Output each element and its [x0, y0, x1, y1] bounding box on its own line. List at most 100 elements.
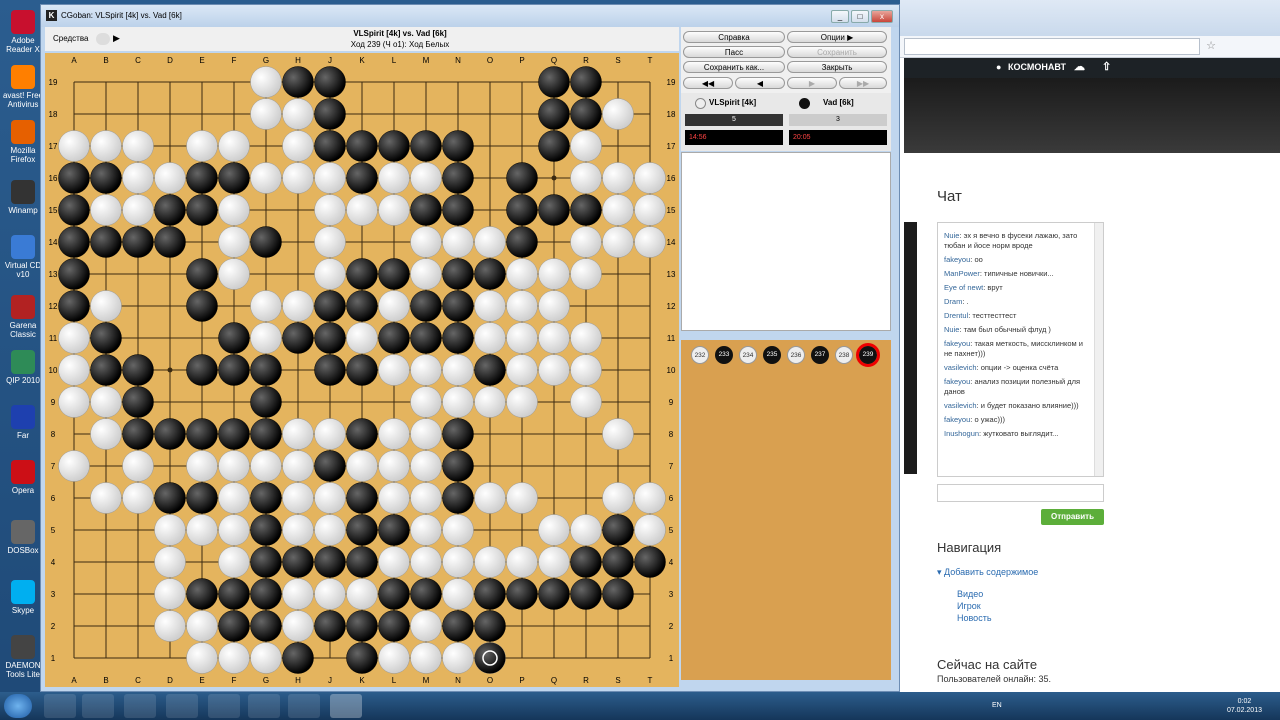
white-stone[interactable]: [282, 578, 314, 610]
black-stone[interactable]: [442, 482, 474, 514]
chat-nick[interactable]: fakeyou: [944, 415, 970, 424]
black-stone[interactable]: [442, 418, 474, 450]
white-stone[interactable]: [282, 162, 314, 194]
black-stone[interactable]: [186, 194, 218, 226]
black-stone[interactable]: [58, 290, 90, 322]
cloud-icon[interactable]: ☁: [1074, 60, 1085, 73]
black-stone[interactable]: [250, 482, 282, 514]
white-stone[interactable]: [442, 578, 474, 610]
white-stone[interactable]: [58, 130, 90, 162]
black-stone[interactable]: [442, 258, 474, 290]
white-stone[interactable]: [218, 226, 250, 258]
white-stone[interactable]: [90, 418, 122, 450]
close-game-button[interactable]: Закрыть: [787, 61, 887, 73]
chat-scrollbar[interactable]: [1094, 223, 1103, 476]
desktop-icon[interactable]: DOSBox: [2, 520, 44, 555]
black-stone[interactable]: [538, 578, 570, 610]
black-stone[interactable]: [602, 578, 634, 610]
black-stone[interactable]: [346, 546, 378, 578]
black-stone[interactable]: [474, 258, 506, 290]
white-stone[interactable]: [186, 130, 218, 162]
white-stone[interactable]: [378, 290, 410, 322]
play-triangle-icon[interactable]: ▶: [113, 33, 120, 44]
white-stone[interactable]: [58, 322, 90, 354]
black-stone[interactable]: [570, 546, 602, 578]
move-stone[interactable]: 238: [835, 346, 853, 364]
black-stone[interactable]: [218, 354, 250, 386]
white-stone[interactable]: [474, 482, 506, 514]
chat-nick[interactable]: fakeyou: [944, 339, 970, 348]
black-stone[interactable]: [122, 354, 154, 386]
send-button[interactable]: Отправить: [1041, 509, 1104, 525]
white-stone[interactable]: [378, 418, 410, 450]
white-stone[interactable]: [602, 482, 634, 514]
save-as-button[interactable]: Сохранить как...: [683, 61, 785, 73]
black-stone[interactable]: [474, 610, 506, 642]
white-stone[interactable]: [282, 290, 314, 322]
black-stone[interactable]: [378, 130, 410, 162]
white-stone[interactable]: [186, 642, 218, 674]
chat-nick[interactable]: Eye of newt: [944, 283, 983, 292]
white-stone[interactable]: [90, 130, 122, 162]
white-stone[interactable]: [442, 514, 474, 546]
black-stone[interactable]: [250, 610, 282, 642]
desktop-icon[interactable]: Garena Classic: [2, 295, 44, 339]
white-stone[interactable]: [122, 194, 154, 226]
white-stone[interactable]: [250, 642, 282, 674]
title-bar[interactable]: K CGoban: VLSpirit [4k] vs. Vad [6k] _ □…: [41, 5, 899, 27]
white-stone[interactable]: [58, 386, 90, 418]
fast-forward-icon[interactable]: ▶▶: [839, 77, 887, 89]
move-stone[interactable]: 236: [787, 346, 805, 364]
white-stone[interactable]: [90, 482, 122, 514]
white-stone[interactable]: [506, 290, 538, 322]
white-stone[interactable]: [250, 290, 282, 322]
white-stone[interactable]: [570, 322, 602, 354]
move-stone[interactable]: 234: [739, 346, 757, 364]
close-button[interactable]: x: [871, 10, 893, 23]
upload-icon[interactable]: ⇧: [1102, 60, 1111, 73]
black-stone[interactable]: [186, 354, 218, 386]
white-stone[interactable]: [314, 258, 346, 290]
black-stone[interactable]: [474, 354, 506, 386]
white-stone[interactable]: [570, 130, 602, 162]
black-stone[interactable]: [250, 418, 282, 450]
black-stone[interactable]: [378, 578, 410, 610]
white-stone[interactable]: [154, 162, 186, 194]
white-stone[interactable]: [314, 162, 346, 194]
white-stone[interactable]: [346, 450, 378, 482]
white-stone[interactable]: [506, 386, 538, 418]
black-stone[interactable]: [410, 578, 442, 610]
black-stone[interactable]: [346, 610, 378, 642]
white-stone[interactable]: [378, 162, 410, 194]
black-stone[interactable]: [506, 162, 538, 194]
black-stone[interactable]: [314, 98, 346, 130]
white-stone[interactable]: [122, 162, 154, 194]
chat-nick[interactable]: Dram: [944, 297, 962, 306]
white-stone[interactable]: [410, 258, 442, 290]
white-stone[interactable]: [250, 450, 282, 482]
black-stone[interactable]: [122, 418, 154, 450]
game-chat-panel[interactable]: [681, 152, 891, 331]
white-stone[interactable]: [250, 322, 282, 354]
white-stone[interactable]: [634, 194, 666, 226]
black-stone[interactable]: [90, 162, 122, 194]
black-stone[interactable]: [314, 450, 346, 482]
white-stone[interactable]: [570, 386, 602, 418]
minimize-button[interactable]: _: [831, 10, 849, 23]
black-stone[interactable]: [186, 578, 218, 610]
chat-input[interactable]: [937, 484, 1104, 502]
white-stone[interactable]: [186, 610, 218, 642]
white-stone[interactable]: [314, 514, 346, 546]
black-stone[interactable]: [186, 258, 218, 290]
white-stone[interactable]: [602, 194, 634, 226]
black-stone[interactable]: [250, 386, 282, 418]
black-stone[interactable]: [570, 66, 602, 98]
black-stone[interactable]: [570, 578, 602, 610]
white-stone[interactable]: [410, 482, 442, 514]
white-stone[interactable]: [538, 354, 570, 386]
white-stone[interactable]: [570, 354, 602, 386]
black-stone[interactable]: [442, 290, 474, 322]
desktop-icon[interactable]: Virtual CD v10: [2, 235, 44, 279]
white-stone[interactable]: [570, 226, 602, 258]
white-stone[interactable]: [218, 514, 250, 546]
